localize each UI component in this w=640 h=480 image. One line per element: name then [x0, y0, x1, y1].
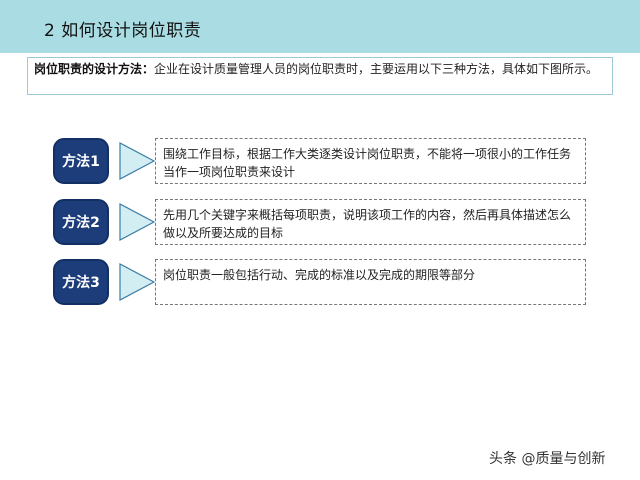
- arrow-right-icon: [119, 203, 155, 241]
- watermark: 头条 @质量与创新: [489, 451, 606, 467]
- method-2-button[interactable]: 方法2: [53, 199, 109, 245]
- intro-text: 企业在设计质量管理人员的岗位职责时，主要运用以下三种方法，具体如下图所示。: [154, 62, 599, 76]
- method-1-button[interactable]: 方法1: [53, 138, 109, 184]
- method-1-description: 围绕工作目标，根据工作大类逐类设计岗位职责，不能将一项很小的工作任务当作一项岗位…: [155, 138, 586, 184]
- arrow-right-icon: [119, 263, 155, 301]
- header-bar: 2 如何设计岗位职责: [0, 0, 640, 53]
- method-3-button[interactable]: 方法3: [53, 259, 109, 305]
- page-title: 2 如何设计岗位职责: [44, 21, 202, 41]
- method-2-description: 先用几个关键字来概括每项职责，说明该项工作的内容，然后再具体描述怎么做以及所要达…: [155, 199, 586, 245]
- method-3-description: 岗位职责一般包括行动、完成的标准以及完成的期限等部分: [155, 259, 586, 305]
- intro-label: 岗位职责的设计方法：: [34, 62, 155, 76]
- arrow-right-icon: [119, 142, 155, 180]
- intro-box: 岗位职责的设计方法：企业在设计质量管理人员的岗位职责时，主要运用以下三种方法，具…: [27, 57, 613, 95]
